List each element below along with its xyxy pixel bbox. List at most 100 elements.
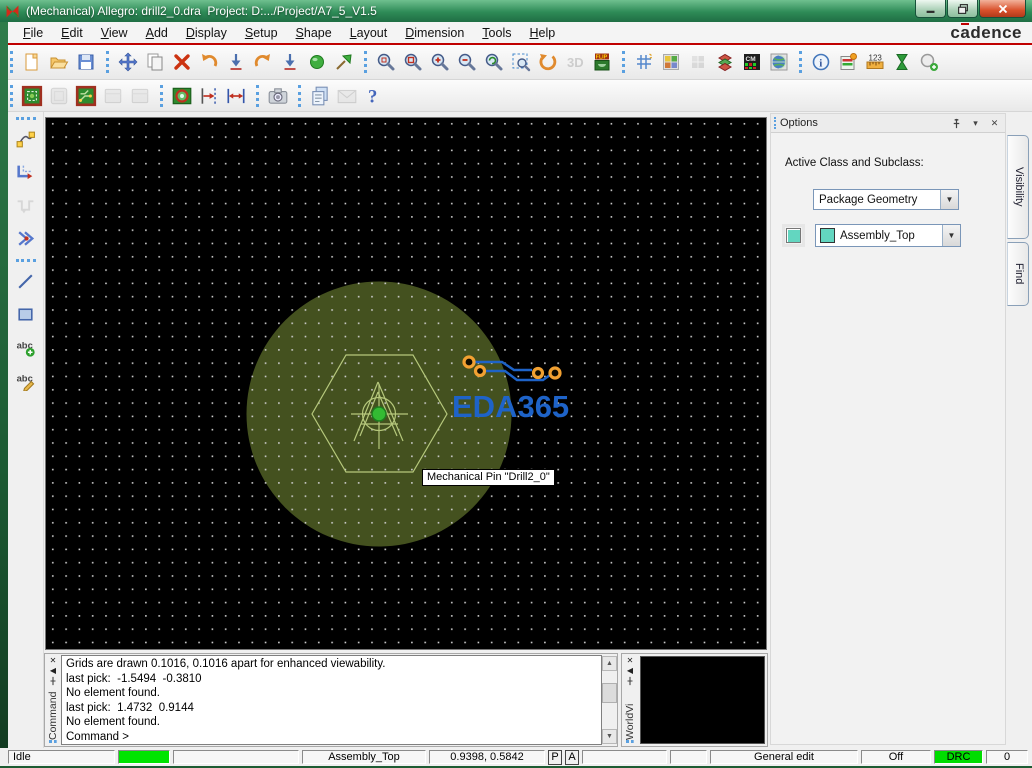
show-measure-button[interactable]: 123: [861, 49, 888, 76]
command-prompt[interactable]: Command >: [66, 730, 597, 744]
close-button[interactable]: [979, 0, 1026, 18]
menu-layout[interactable]: Layout: [341, 24, 397, 42]
pin-button[interactable]: [948, 115, 965, 131]
fix-button[interactable]: [330, 49, 357, 76]
menu-add[interactable]: Add: [137, 24, 177, 42]
toolbar-grip[interactable]: [15, 117, 36, 120]
subclass-dropdown[interactable]: Assembly_Top ▼: [815, 224, 961, 247]
panel-drag-handle[interactable]: [774, 117, 776, 129]
scroll-down-icon[interactable]: ▼: [602, 729, 617, 744]
shape-tool-2-button: [45, 82, 72, 109]
edit-text-button[interactable]: abc: [11, 364, 41, 396]
open-drawing-button[interactable]: [45, 49, 72, 76]
menu-tools[interactable]: Tools: [473, 24, 520, 42]
panel-close-button[interactable]: ✕: [47, 656, 59, 666]
toolbar-grip[interactable]: [160, 84, 163, 107]
menu-view[interactable]: View: [92, 24, 137, 42]
done-button[interactable]: [276, 49, 303, 76]
menu-display[interactable]: Display: [177, 24, 236, 42]
toolbar-grip[interactable]: [10, 51, 13, 73]
toolbar-grip[interactable]: [106, 51, 109, 73]
chevron-down-icon[interactable]: ▼: [942, 225, 960, 246]
zoom-out-button[interactable]: [453, 49, 480, 76]
zoom-selection-button[interactable]: [507, 49, 534, 76]
move-button[interactable]: [114, 49, 141, 76]
command-scrollbar[interactable]: ▲ ▼: [602, 654, 617, 746]
scroll-up-icon[interactable]: ▲: [602, 656, 617, 671]
restore-button[interactable]: [947, 0, 978, 18]
scrollbar-thumb[interactable]: [602, 683, 617, 703]
dimension-linear-button[interactable]: [195, 82, 222, 109]
menu-dimension[interactable]: Dimension: [396, 24, 473, 42]
pick-angle-a[interactable]: A: [565, 749, 579, 765]
toolbar-grip[interactable]: [364, 51, 367, 73]
undo-button[interactable]: [195, 49, 222, 76]
zoom-previous-button[interactable]: [480, 49, 507, 76]
pushpin-icon[interactable]: [624, 676, 636, 689]
cancel-button[interactable]: [222, 49, 249, 76]
class-dropdown[interactable]: Package Geometry ▼: [813, 189, 959, 210]
panel-close-button[interactable]: ✕: [624, 656, 636, 666]
delete-button[interactable]: [168, 49, 195, 76]
drill-center-pad[interactable]: [371, 406, 387, 422]
layer-priority-button[interactable]: [711, 49, 738, 76]
toolbar-grip[interactable]: [298, 84, 301, 107]
padstack-button[interactable]: [168, 82, 195, 109]
select-shape-button[interactable]: [18, 82, 45, 109]
toolbar-grip[interactable]: [10, 84, 13, 107]
show-element-button[interactable]: i: [807, 49, 834, 76]
dimension-distance-button[interactable]: [222, 82, 249, 109]
save-drawing-button[interactable]: [72, 49, 99, 76]
vertex-button[interactable]: [11, 222, 41, 254]
grid-toggle-button[interactable]: [630, 49, 657, 76]
journal-button[interactable]: [306, 82, 333, 109]
zoom-fit-button[interactable]: [399, 49, 426, 76]
toolbar-grip[interactable]: [256, 84, 259, 107]
chevron-down-icon[interactable]: ▼: [940, 190, 958, 209]
world-view-toggle-button[interactable]: [765, 49, 792, 76]
menu-file[interactable]: File: [14, 24, 52, 42]
toolbar-grip[interactable]: [622, 51, 625, 73]
pick-grid-p[interactable]: P: [548, 749, 562, 765]
subclass-color-swatch[interactable]: [782, 224, 805, 247]
toolbar-grip[interactable]: [15, 259, 36, 262]
waive-drc-button[interactable]: [888, 49, 915, 76]
redraw-button[interactable]: [534, 49, 561, 76]
minimize-button[interactable]: [915, 0, 946, 18]
new-drawing-button[interactable]: [18, 49, 45, 76]
menu-setup[interactable]: Setup: [236, 24, 287, 42]
show-status-button[interactable]: [834, 49, 861, 76]
color-dialog-button[interactable]: [657, 49, 684, 76]
pushpin-icon[interactable]: [47, 676, 59, 689]
highlight-button[interactable]: [303, 49, 330, 76]
zoom-points-button[interactable]: [372, 49, 399, 76]
menu-shape[interactable]: Shape: [287, 24, 341, 42]
worldview-viewport[interactable]: [640, 656, 765, 744]
redo-button[interactable]: [249, 49, 276, 76]
add-connect-button[interactable]: [11, 123, 41, 155]
options-panel-header[interactable]: Options ▾ ✕: [771, 114, 1005, 133]
snap-pick-button[interactable]: [915, 49, 942, 76]
collapse-button[interactable]: ▾: [967, 115, 984, 131]
add-text-button[interactable]: abc: [11, 331, 41, 363]
add-rectangle-button[interactable]: [11, 298, 41, 330]
color-matrix-button[interactable]: CM: [738, 49, 765, 76]
design-canvas[interactable]: EDA365 Mechanical Pin "Drill2_0": [45, 117, 767, 650]
panel-close-button[interactable]: ✕: [986, 115, 1003, 131]
route-display-button[interactable]: [72, 82, 99, 109]
snapshot-button[interactable]: [264, 82, 291, 109]
menu-help[interactable]: Help: [520, 24, 564, 42]
slide-button[interactable]: [11, 156, 41, 188]
add-line-button[interactable]: [11, 265, 41, 297]
menu-edit[interactable]: Edit: [52, 24, 92, 42]
toolbar-grip[interactable]: [799, 51, 802, 73]
tab-visibility[interactable]: Visibility: [1007, 135, 1029, 239]
command-log[interactable]: Grids are drawn 0.1016, 0.1016 apart for…: [61, 655, 602, 745]
flip-design-button[interactable]: FLIP: [588, 49, 615, 76]
zoom-in-button[interactable]: [426, 49, 453, 76]
help-button[interactable]: ?: [360, 82, 387, 109]
tab-find[interactable]: Find: [1007, 242, 1029, 306]
panel-collapse-button[interactable]: ◀: [624, 666, 636, 676]
copy-button[interactable]: [141, 49, 168, 76]
panel-collapse-button[interactable]: ◀: [47, 666, 59, 676]
